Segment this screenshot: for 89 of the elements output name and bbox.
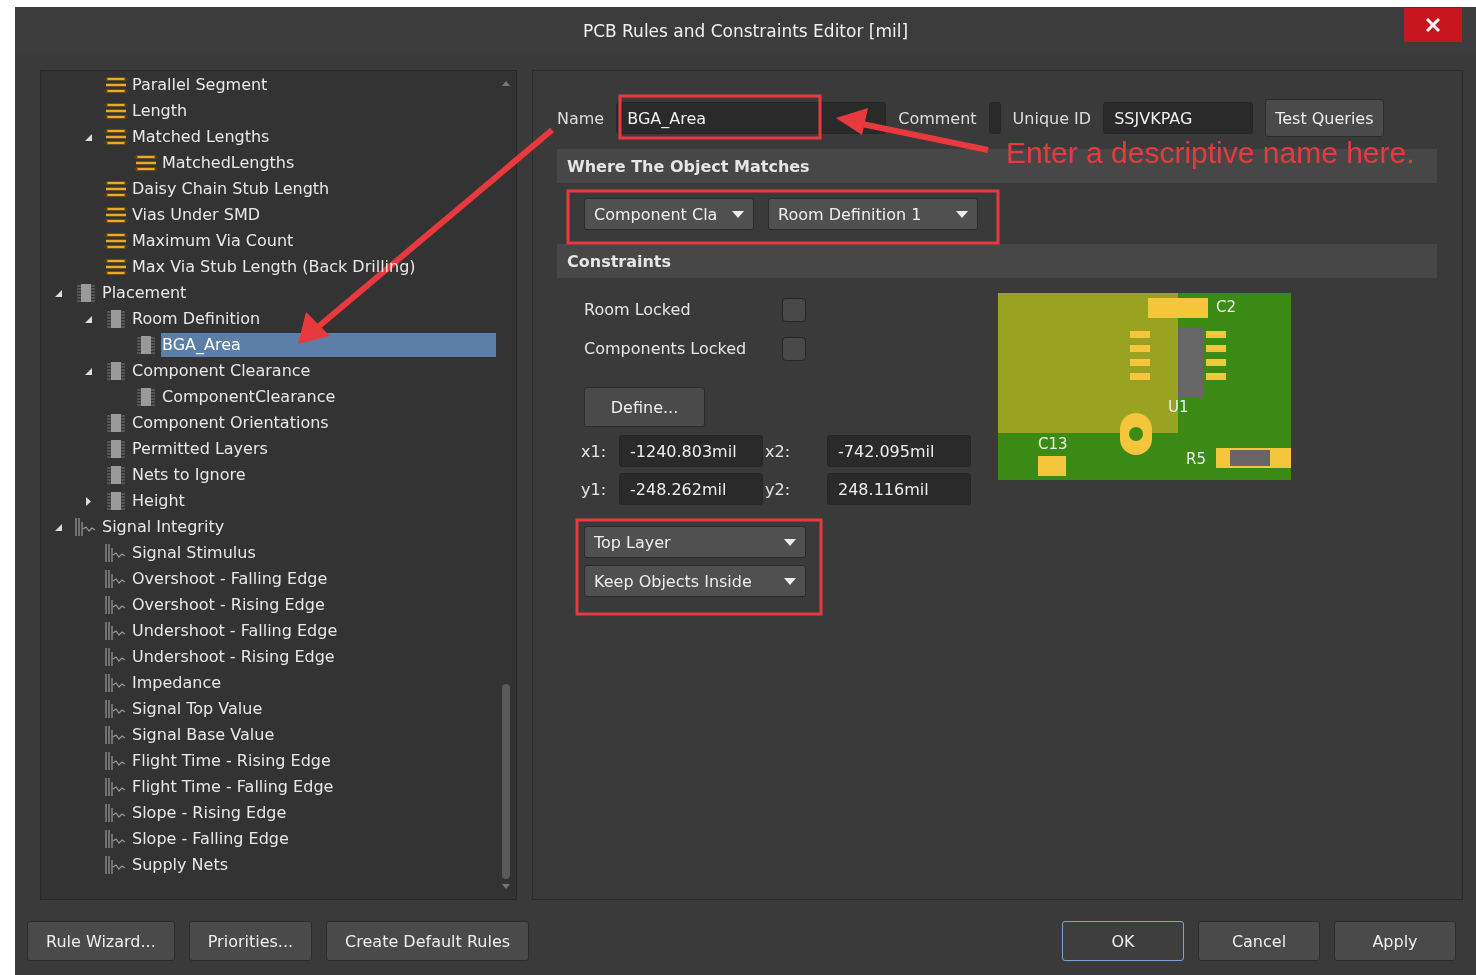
coordinate-field[interactable]: 248.116mil [827, 473, 971, 505]
layer-dropdown[interactable]: Keep Objects Inside [584, 565, 806, 597]
expanded-triangle-icon[interactable] [83, 314, 93, 324]
scrollbar-thumb[interactable] [502, 684, 510, 879]
routing-rule-icon [103, 231, 129, 251]
window-title: PCB Rules and Constraints Editor [mil] [582, 21, 909, 41]
footer-button[interactable]: Priorities... [188, 921, 313, 961]
footer-button[interactable]: Create Default Rules [326, 921, 530, 961]
tree-item[interactable]: Flight Time - Falling Edge [131, 775, 337, 799]
dropdown-caret-icon [784, 538, 796, 546]
coordinate-field[interactable]: -1240.803mil [619, 435, 763, 467]
tree-item[interactable]: Signal Integrity [101, 515, 228, 539]
tree-item[interactable]: Height [131, 489, 188, 513]
tree-item[interactable]: Signal Base Value [131, 723, 278, 747]
checkbox[interactable] [782, 297, 806, 322]
name-field[interactable]: BGA_Area [616, 102, 887, 134]
component-designator: R5 [1186, 450, 1206, 468]
dropdown-caret-icon [956, 210, 968, 218]
tree-item[interactable]: Component Clearance [131, 359, 314, 383]
routing-rule-icon [103, 179, 129, 199]
tree-item[interactable]: Overshoot - Falling Edge [131, 567, 331, 591]
coordinate-field[interactable]: -742.095mil [827, 435, 971, 467]
tree-item[interactable]: Overshoot - Rising Edge [131, 593, 328, 617]
footer-button[interactable]: Rule Wizard... [27, 921, 175, 961]
routing-rule-icon [133, 153, 159, 173]
tree-item[interactable]: Signal Stimulus [131, 541, 259, 565]
annotation-text: Enter a descriptive name here. [1006, 136, 1415, 170]
section-header: Constraints [557, 244, 1437, 278]
tree-item[interactable]: Nets to Ignore [131, 463, 249, 487]
tree-item[interactable]: Signal Top Value [131, 697, 266, 721]
dialog-button[interactable]: Apply [1334, 921, 1456, 961]
coordinate-label: y2: [765, 479, 792, 499]
tree-item[interactable]: Undershoot - Rising Edge [131, 645, 338, 669]
define-button[interactable]: Define... [584, 387, 705, 427]
scroll-down-icon[interactable] [501, 883, 511, 891]
tree-item[interactable]: ComponentClearance [161, 385, 339, 409]
test-queries-button[interactable]: Test Queries [1265, 99, 1384, 137]
scroll-up-icon[interactable] [501, 79, 511, 87]
comment-label: Comment [898, 108, 977, 128]
unique-id-field[interactable]: SSJVKPAG [1103, 102, 1254, 134]
tree-item[interactable]: Vias Under SMD [131, 203, 264, 227]
expanded-triangle-icon[interactable] [53, 522, 63, 532]
tree-item[interactable]: Impedance [131, 671, 225, 695]
expanded-triangle-icon[interactable] [83, 132, 93, 142]
routing-rule-icon [103, 75, 129, 95]
routing-rule-icon [103, 205, 129, 225]
tree-item[interactable]: Undershoot - Falling Edge [131, 619, 341, 643]
tree-item[interactable]: Room Definition [131, 307, 264, 331]
tree-item[interactable]: Slope - Rising Edge [131, 801, 290, 825]
query-dropdown[interactable]: Component Cla [584, 198, 754, 230]
tree-item[interactable]: Length [131, 99, 191, 123]
close-button[interactable] [1404, 8, 1462, 42]
collapsed-triangle-icon[interactable] [83, 496, 93, 506]
dialog-button[interactable]: OK [1062, 921, 1184, 961]
tree-item[interactable]: Parallel Segment [131, 73, 271, 97]
routing-rule-icon [103, 257, 129, 277]
checkbox-label: Room Locked [584, 300, 692, 319]
tree-item[interactable]: Flight Time - Rising Edge [131, 749, 334, 773]
tree-item[interactable]: Supply Nets [131, 853, 232, 877]
tree-item[interactable]: Permitted Layers [131, 437, 271, 461]
coordinate-label: y1: [581, 479, 608, 499]
close-icon [1425, 17, 1441, 33]
component-designator: C2 [1216, 298, 1237, 316]
tree-item[interactable]: Component Orientations [131, 411, 332, 435]
checkbox[interactable] [782, 336, 806, 361]
layer-dropdown[interactable]: Top Layer [584, 526, 806, 558]
dropdown-caret-icon [784, 577, 796, 585]
unique-id-label: Unique ID [1012, 108, 1092, 128]
tree-item[interactable]: MatchedLengths [161, 151, 298, 175]
query-dropdown[interactable]: Room Definition 1 [768, 198, 978, 230]
tree-item[interactable]: Slope - Falling Edge [131, 827, 292, 851]
coordinate-label: x2: [765, 441, 792, 461]
dropdown-caret-icon [732, 210, 744, 218]
coordinate-field[interactable]: -248.262mil [619, 473, 763, 505]
component-designator: U1 [1168, 398, 1189, 416]
coordinate-label: x1: [581, 441, 608, 461]
dialog-button[interactable]: Cancel [1198, 921, 1320, 961]
expanded-triangle-icon[interactable] [83, 366, 93, 376]
tree-item[interactable]: Daisy Chain Stub Length [131, 177, 333, 201]
tree-item[interactable]: Placement [101, 281, 190, 305]
routing-rule-icon [103, 127, 129, 147]
name-label: Name [557, 108, 605, 128]
tree-item[interactable]: Maximum Via Count [131, 229, 297, 253]
tree-item[interactable]: Matched Lengths [131, 125, 273, 149]
checkbox-label: Components Locked [584, 339, 748, 358]
component-designator: C13 [1038, 435, 1068, 453]
tree-item[interactable]: BGA_Area [161, 333, 496, 357]
expanded-triangle-icon[interactable] [53, 288, 63, 298]
routing-rule-icon [103, 101, 129, 121]
